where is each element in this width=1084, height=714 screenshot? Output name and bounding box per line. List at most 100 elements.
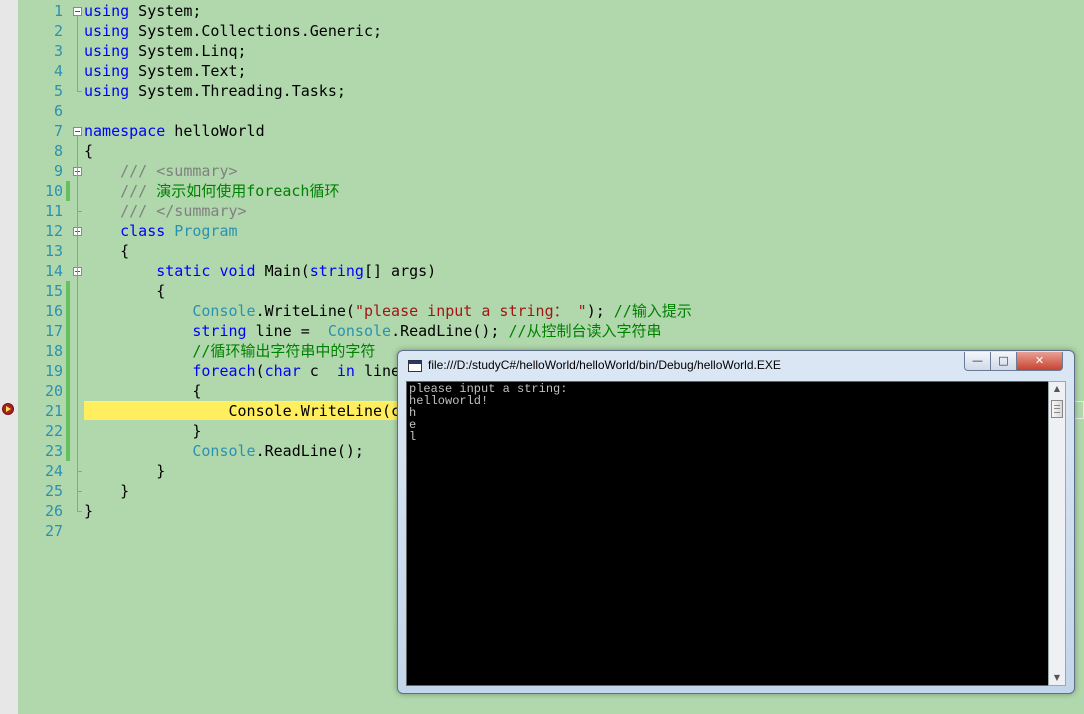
code-token: .ReadLine();: [391, 322, 500, 340]
indicator-margin[interactable]: [0, 0, 18, 714]
code-token: System.Linq;: [129, 42, 247, 60]
fold-guide-end: [77, 211, 82, 212]
code-token: Console: [84, 442, 256, 460]
code-token: foreach: [84, 362, 256, 380]
code-line[interactable]: using System.Text;: [84, 61, 247, 81]
code-token: "please input a string： ": [354, 302, 587, 320]
code-line[interactable]: {: [84, 241, 129, 261]
code-token: {: [84, 142, 94, 160]
code-token: .ReadLine();: [255, 442, 364, 460]
line-number: 14: [44, 262, 63, 280]
code-token: }: [84, 482, 130, 500]
change-indicator-bar: [66, 321, 70, 341]
code-line[interactable]: Console.WriteLine(c);: [84, 401, 419, 421]
code-token: //循环输出字符串中的字符: [84, 342, 376, 360]
code-token: }: [84, 502, 94, 520]
code-token: ///: [84, 182, 148, 200]
scroll-down-arrow-icon[interactable]: ▼: [1049, 671, 1065, 685]
code-line[interactable]: Console.WriteLine("please input a string…: [84, 301, 691, 321]
line-number: 20: [44, 382, 63, 400]
line-number: 4: [53, 62, 63, 80]
code-line[interactable]: /// <summary>: [84, 161, 237, 181]
code-token: namespace: [84, 122, 166, 140]
code-token: string: [84, 322, 247, 340]
code-token: (: [255, 362, 265, 380]
code-line[interactable]: static void Main(string[] args): [84, 261, 436, 281]
console-output-text: please input a string: helloworld! h e l: [409, 382, 568, 444]
code-line[interactable]: using System.Threading.Tasks;: [84, 81, 346, 101]
change-indicator-bar: [66, 441, 70, 461]
line-number: 25: [44, 482, 63, 500]
vertical-scrollbar[interactable]: ▲ ▼: [1048, 381, 1066, 686]
code-line[interactable]: }: [84, 461, 165, 481]
code-line[interactable]: using System.Linq;: [84, 41, 247, 61]
fold-guide-end: [77, 91, 82, 92]
code-line[interactable]: /// 演示如何使用foreach循环: [84, 181, 339, 201]
line-number: 6: [53, 102, 63, 120]
code-token: using: [84, 22, 130, 40]
code-line[interactable]: namespace helloWorld: [84, 121, 265, 141]
change-indicator-bar: [66, 181, 70, 201]
code-line[interactable]: {: [84, 381, 201, 401]
code-token: );: [586, 302, 605, 320]
code-token: char: [264, 362, 301, 380]
code-token: Program: [165, 222, 238, 240]
code-token: string: [309, 262, 364, 280]
close-button[interactable]: ✕: [1016, 352, 1063, 371]
console-output-area[interactable]: please input a string: helloworld! h e l: [406, 381, 1049, 686]
code-token: class: [84, 222, 166, 240]
line-number: 15: [44, 282, 63, 300]
line-number: 19: [44, 362, 63, 380]
change-indicator-bar: [66, 361, 70, 381]
collapse-toggle-icon[interactable]: [73, 7, 82, 16]
code-line[interactable]: /// </summary>: [84, 201, 246, 221]
code-token: Main(: [255, 262, 310, 280]
console-window-icon: [408, 360, 422, 372]
collapse-toggle-icon[interactable]: [73, 127, 82, 136]
line-number: 27: [44, 522, 63, 540]
code-token: static void: [84, 262, 256, 280]
line-number: 13: [44, 242, 63, 260]
minimize-button[interactable]: —: [964, 352, 991, 371]
code-line[interactable]: }: [84, 501, 93, 521]
code-token: using: [84, 82, 130, 100]
line-number: 10: [44, 182, 63, 200]
line-number: 1: [53, 2, 63, 20]
line-number: 7: [53, 122, 63, 140]
change-indicator-bar: [66, 341, 70, 361]
code-line[interactable]: {: [84, 281, 165, 301]
code-line[interactable]: {: [84, 141, 93, 161]
code-token: ///: [84, 202, 148, 220]
code-line[interactable]: Console.ReadLine();: [84, 441, 364, 461]
code-token: Console.WriteLine(c);: [84, 402, 419, 420]
scroll-up-arrow-icon[interactable]: ▲: [1049, 382, 1065, 396]
line-number: 16: [44, 302, 63, 320]
code-token: Console: [84, 302, 256, 320]
code-line[interactable]: using System.Collections.Generic;: [84, 21, 382, 41]
fold-guide-line: [77, 176, 78, 211]
console-window[interactable]: file:///D:/studyC#/helloWorld/helloWorld…: [397, 350, 1075, 694]
code-line[interactable]: class Program: [84, 221, 238, 241]
code-line[interactable]: //循环输出字符串中的字符: [84, 341, 375, 361]
maximize-button[interactable]: □: [990, 352, 1017, 371]
code-line[interactable]: }: [84, 421, 201, 441]
code-token: System.Text;: [129, 62, 247, 80]
code-line[interactable]: string line = Console.ReadLine(); //从控制台…: [84, 321, 662, 341]
line-number: 11: [44, 202, 63, 220]
line-number: 9: [53, 162, 63, 180]
code-line[interactable]: foreach(char c in line): [84, 361, 409, 381]
code-token: //从控制台读入字符串: [499, 322, 662, 340]
code-token: line =: [246, 322, 319, 340]
code-token: }: [84, 462, 166, 480]
line-number: 24: [44, 462, 63, 480]
line-number: 26: [44, 502, 63, 520]
code-token: 演示如何使用foreach循环: [147, 182, 340, 200]
line-number: 12: [44, 222, 63, 240]
scroll-thumb[interactable]: [1051, 400, 1063, 418]
code-line[interactable]: using System;: [84, 1, 201, 21]
code-token: {: [84, 382, 202, 400]
code-line[interactable]: }: [84, 481, 129, 501]
line-number: 8: [53, 142, 63, 160]
line-number: 3: [53, 42, 63, 60]
fold-guide-end: [77, 471, 82, 472]
